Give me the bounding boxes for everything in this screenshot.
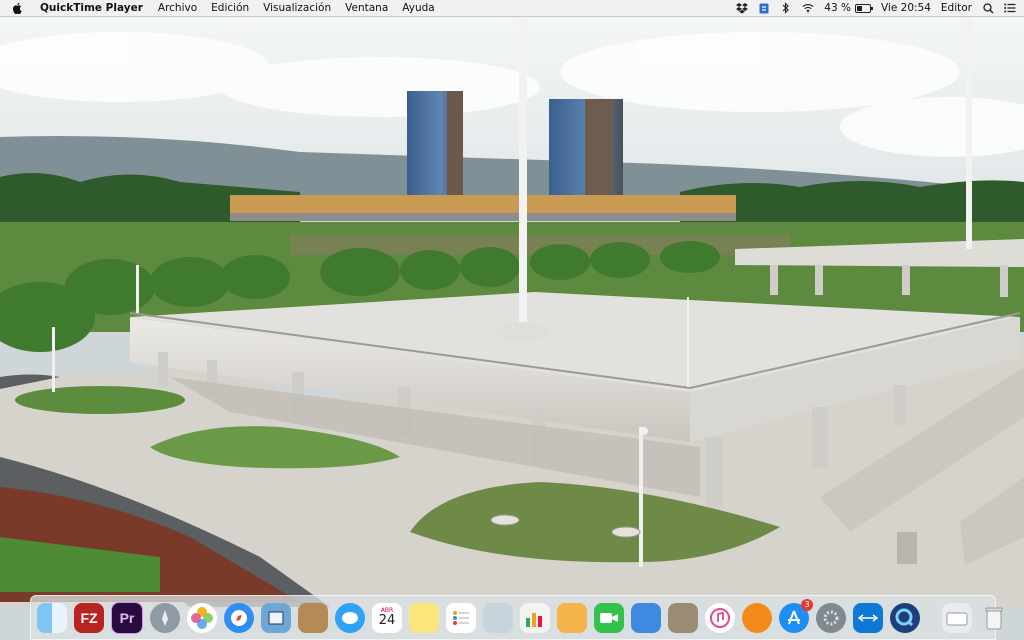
chess-icon[interactable] [668, 602, 698, 633]
quicktime-icon[interactable] [890, 602, 920, 633]
system-preferences-icon[interactable] [816, 602, 846, 633]
video-frame[interactable] [0, 17, 1024, 607]
battery-icon [854, 3, 873, 13]
notes-icon[interactable] [409, 602, 439, 633]
menu-ventana[interactable]: Ventana [345, 2, 388, 14]
dock: FZ Pr ABR 24 3 [30, 595, 1003, 640]
reminders-icon[interactable] [446, 602, 476, 633]
ibooks-icon[interactable] [742, 602, 772, 633]
app-store-badge: 3 [801, 598, 813, 611]
flagpole-right [966, 19, 972, 249]
downloads-folder-icon[interactable] [942, 602, 972, 633]
trash-bin [897, 532, 917, 564]
photos-icon[interactable] [187, 602, 217, 633]
sync-icon[interactable] [758, 2, 770, 14]
teamviewer-icon[interactable] [853, 602, 883, 633]
keynote-icon[interactable] [631, 602, 661, 633]
trash-icon[interactable] [979, 603, 1009, 633]
itunes-icon[interactable] [705, 602, 735, 633]
user-name[interactable]: Editor [941, 2, 972, 14]
app-store-icon[interactable]: 3 [779, 598, 813, 633]
dropbox-icon[interactable] [736, 2, 749, 14]
battery-status[interactable]: 43 % [824, 2, 873, 14]
notification-center-icon[interactable] [1004, 2, 1016, 14]
wifi-icon[interactable] [802, 2, 814, 14]
filezilla-icon[interactable]: FZ [74, 602, 104, 633]
tower-left [407, 91, 463, 196]
menu-visualizacion[interactable]: Visualización [263, 2, 331, 14]
flagpole-center [519, 19, 527, 322]
tower-right [549, 99, 623, 199]
spotlight-icon[interactable] [982, 2, 994, 14]
pages-icon[interactable] [557, 602, 587, 633]
menu-bar: QuickTime Player Archivo Edición Visuali… [0, 0, 1024, 17]
photo-booth-icon[interactable] [483, 602, 513, 633]
preview-icon[interactable] [261, 602, 291, 633]
battery-level-fill [856, 5, 863, 11]
numbers-icon[interactable] [520, 602, 550, 633]
menu-archivo[interactable]: Archivo [158, 2, 197, 14]
apple-icon[interactable] [12, 2, 26, 14]
menu-ayuda[interactable]: Ayuda [402, 2, 434, 14]
status-area: 43 % Vie 20:54 Editor [736, 2, 1016, 14]
safari-icon[interactable] [224, 602, 254, 633]
battery-percent: 43 % [824, 2, 851, 14]
bluetooth-icon[interactable] [780, 2, 792, 14]
facetime-icon[interactable] [594, 602, 624, 633]
notes-book-icon[interactable] [298, 602, 328, 633]
finder-icon[interactable] [37, 602, 67, 633]
launchpad-icon[interactable] [150, 602, 180, 633]
clock[interactable]: Vie 20:54 [881, 2, 931, 14]
menu-edicion[interactable]: Edición [211, 2, 249, 14]
grass-island-left [15, 386, 185, 414]
app-menu[interactable]: QuickTime Player [40, 2, 143, 14]
messages-icon[interactable] [335, 602, 365, 633]
calendar-icon[interactable]: ABR 24 [372, 602, 402, 633]
premiere-icon[interactable]: Pr [111, 601, 143, 634]
